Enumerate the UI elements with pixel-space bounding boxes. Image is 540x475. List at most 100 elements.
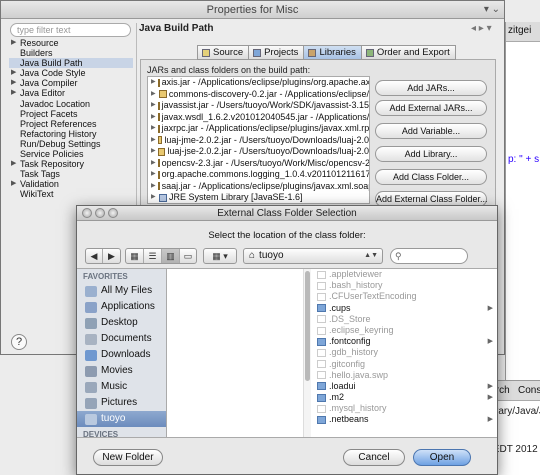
tree-item[interactable]: ▶ Validation: [9, 179, 133, 189]
sidebar-item-pictures[interactable]: Pictures: [77, 395, 166, 411]
tree-item[interactable]: Project Facets: [9, 109, 133, 119]
add-jars-button[interactable]: Add JARs...: [375, 80, 487, 96]
icon-view-icon[interactable]: ▦: [126, 249, 144, 263]
file-item[interactable]: .m2 ▶: [311, 392, 497, 403]
scroll-thumb[interactable]: [305, 271, 310, 381]
column-scrollbar[interactable]: [303, 269, 311, 437]
tree-item[interactable]: Refactoring History: [9, 129, 133, 139]
sidebar-item-downloads[interactable]: Downloads: [77, 347, 166, 363]
file-item[interactable]: .bash_history: [311, 280, 497, 291]
disclosure-triangle-icon[interactable]: ▶: [11, 88, 16, 98]
disclosure-triangle-icon[interactable]: ▶: [151, 158, 156, 170]
disclosure-triangle-icon[interactable]: ▶: [151, 181, 156, 193]
add-variable-button[interactable]: Add Variable...: [375, 123, 487, 139]
tab-source[interactable]: Source: [197, 45, 250, 60]
jar-entry[interactable]: ▶ commons-discovery-0.2.jar - /Applicatio…: [148, 89, 369, 101]
disclosure-triangle-icon[interactable]: ▶: [151, 89, 157, 101]
file-item[interactable]: .eclipse_keyring: [311, 325, 497, 336]
disclosure-triangle-icon[interactable]: ▶: [151, 100, 156, 112]
jar-entry[interactable]: ▶ luaj-jme-2.0.2.jar - /Users/tuoyo/Downl…: [148, 135, 369, 147]
minimize-icon[interactable]: [95, 208, 105, 218]
search-input[interactable]: ⚲: [390, 248, 468, 264]
tree-item[interactable]: Builders: [9, 48, 133, 58]
file-item[interactable]: .loadui ▶: [311, 381, 497, 392]
tree-item[interactable]: Service Policies: [9, 149, 133, 159]
tree-item[interactable]: ▶ Task Repository: [9, 159, 133, 169]
jar-entry[interactable]: ▶ luaj-jse-2.0.2.jar - /Users/tuoyo/Downl…: [148, 146, 369, 158]
file-item[interactable]: .mysql_history: [311, 403, 497, 414]
tree-item[interactable]: Task Tags: [9, 169, 133, 179]
disclosure-triangle-icon[interactable]: ▶: [151, 135, 156, 147]
file-item[interactable]: .appletviewer: [311, 269, 497, 280]
file-item[interactable]: .fontconfig ▶: [311, 336, 497, 347]
history-nav-icon[interactable]: ◂ ▸ ▾: [471, 23, 492, 34]
sidebar-item-movies[interactable]: Movies: [77, 363, 166, 379]
jar-entry[interactable]: ▶ javassist.jar - /Users/tuoyo/Work/SDK/j…: [148, 100, 369, 112]
forward-arrow-icon[interactable]: ▶: [103, 249, 120, 263]
tab-projects[interactable]: Projects: [248, 45, 305, 60]
add-external-jars-button[interactable]: Add External JARs...: [375, 100, 487, 116]
sidebar-item-music[interactable]: Music: [77, 379, 166, 395]
disclosure-triangle-icon[interactable]: ▶: [151, 77, 156, 89]
arrange-menu[interactable]: ▦ ▾: [203, 248, 237, 264]
tab-order-and-export[interactable]: Order and Export: [360, 45, 456, 60]
disclosure-triangle-icon[interactable]: ▶: [151, 123, 156, 135]
tree-item[interactable]: ▶ Java Compiler: [9, 78, 133, 88]
file-item[interactable]: .gdb_history: [311, 347, 497, 358]
tab-console[interactable]: Conso: [518, 385, 540, 396]
tree-item[interactable]: ▶ Java Editor: [9, 88, 133, 98]
sidebar-item-applications[interactable]: Applications: [77, 299, 166, 315]
sidebar-item-all-my-files[interactable]: All My Files: [77, 283, 166, 299]
tree-item[interactable]: ▶ Java Code Style: [9, 68, 133, 78]
file-item[interactable]: .gitconfig: [311, 359, 497, 370]
disclosure-triangle-icon[interactable]: ▶: [11, 78, 16, 88]
tree-item[interactable]: Project References: [9, 119, 133, 129]
back-arrow-icon[interactable]: ◀: [86, 249, 103, 263]
tab-libraries[interactable]: Libraries: [303, 45, 362, 60]
empty-column[interactable]: [168, 269, 303, 437]
file-item[interactable]: .DS_Store: [311, 314, 497, 325]
editor-tab[interactable]: zitgei: [506, 22, 540, 42]
file-item[interactable]: .netbeans ▶: [311, 414, 497, 425]
tree-item[interactable]: Run/Debug Settings: [9, 139, 133, 149]
jar-entry[interactable]: ▶ org.apache.commons.logging_1.0.4.v20110…: [148, 169, 369, 181]
tree-item[interactable]: Javadoc Location: [9, 99, 133, 109]
jar-list[interactable]: ▶ axis.jar - /Applications/eclipse/plugin…: [147, 76, 370, 204]
add-class-folder-button[interactable]: Add Class Folder...: [375, 169, 487, 185]
help-button[interactable]: ?: [11, 334, 27, 350]
jar-entry[interactable]: ▶ jaxrpc.jar - /Applications/eclipse/plug…: [148, 123, 369, 135]
sidebar-item-documents[interactable]: Documents: [77, 331, 166, 347]
sidebar-item-desktop[interactable]: Desktop: [77, 315, 166, 331]
new-folder-button[interactable]: New Folder: [93, 449, 163, 466]
list-view-icon[interactable]: ☰: [144, 249, 162, 263]
disclosure-triangle-icon[interactable]: ▶: [11, 179, 16, 189]
disclosure-triangle-icon[interactable]: ▶: [11, 159, 16, 169]
window-controls-icon[interactable]: ▾ ⌄: [484, 1, 500, 19]
disclosure-triangle-icon[interactable]: ▶: [151, 192, 157, 203]
jar-entry[interactable]: ▶ javax.wsdl_1.6.2.v201012040545.jar - /A…: [148, 112, 369, 124]
disclosure-triangle-icon[interactable]: ▶: [151, 169, 156, 181]
filter-input[interactable]: type filter text: [10, 23, 131, 37]
disclosure-triangle-icon[interactable]: ▶: [11, 68, 16, 78]
jar-entry[interactable]: ▶ axis.jar - /Applications/eclipse/plugin…: [148, 77, 369, 89]
coverflow-view-icon[interactable]: ▭: [180, 249, 196, 263]
jar-entry[interactable]: ▶ saaj.jar - /Applications/eclipse/plugin…: [148, 181, 369, 193]
jar-entry[interactable]: ▶ JRE System Library [JavaSE-1.6]: [148, 192, 369, 203]
sidebar-item-tuoyo[interactable]: tuoyo: [77, 411, 166, 427]
open-button[interactable]: Open: [413, 449, 471, 466]
add-library-button[interactable]: Add Library...: [375, 146, 487, 162]
file-item[interactable]: .hello.java.swp: [311, 370, 497, 381]
file-item[interactable]: .CFUserTextEncoding: [311, 291, 497, 302]
disclosure-triangle-icon[interactable]: ▶: [151, 146, 156, 158]
disclosure-triangle-icon[interactable]: ▶: [11, 38, 16, 48]
close-icon[interactable]: [82, 208, 92, 218]
arrange-icon[interactable]: ▦ ▾: [204, 249, 236, 263]
column-view-icon[interactable]: ▥: [162, 249, 180, 263]
tree-item[interactable]: Java Build Path: [9, 58, 133, 69]
cancel-button[interactable]: Cancel: [343, 449, 405, 466]
file-item[interactable]: .cups ▶: [311, 303, 497, 314]
disclosure-triangle-icon[interactable]: ▶: [151, 112, 156, 124]
zoom-icon[interactable]: [108, 208, 118, 218]
tree-item[interactable]: WikiText: [9, 189, 133, 199]
location-popup[interactable]: ⌂ tuoyo ▲▼: [243, 248, 383, 264]
